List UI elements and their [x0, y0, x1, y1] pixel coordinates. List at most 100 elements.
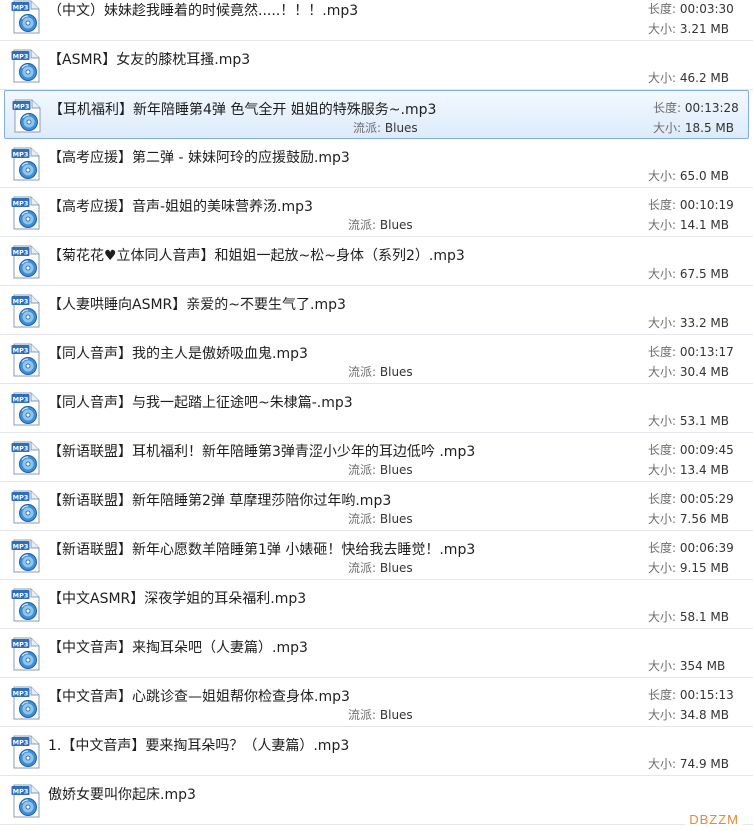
- length-label: 长度:: [653, 101, 682, 115]
- size-label: 大小:: [648, 757, 677, 771]
- size-label: 大小:: [648, 659, 677, 673]
- file-row[interactable]: MP3 【新语联盟】耳机福利！新年陪睡第3弹青涩小少年的耳边低吟 .mp3 流派:…: [0, 433, 753, 482]
- svg-text:MP3: MP3: [13, 52, 29, 60]
- file-row[interactable]: MP3 【同人音声】与我一起踏上征途吧~朱棣篇-.mp3 大小: 53.1 MB: [0, 384, 753, 433]
- length-value: 00:06:39: [679, 541, 734, 555]
- size-label: 大小:: [648, 316, 677, 330]
- file-length: 长度: 00:10:19: [648, 196, 734, 213]
- file-row[interactable]: MP3 【新语联盟】新年陪睡第2弹 草摩理莎陪你过年哟.mp3 流派: Blues…: [0, 482, 753, 531]
- file-list: MP3 （中文）妹妹趁我睡着的时候竟然.....！！！.mp3 长度: 00:03…: [0, 0, 753, 825]
- file-size: 大小: 18.5 MB: [653, 119, 734, 136]
- file-length: 长度: 00:05:29: [648, 490, 734, 507]
- svg-text:MP3: MP3: [13, 3, 29, 11]
- file-genre: 流派: Blues: [348, 510, 413, 527]
- file-row[interactable]: MP3 傲娇女要叫你起床.mp3: [0, 776, 753, 825]
- file-name: 【中文音声】来掏耳朵吧（人妻篇）.mp3: [48, 640, 308, 656]
- file-size: 大小: 74.9 MB: [648, 755, 729, 772]
- file-name: 1.【中文音声】要来掏耳朵吗？（人妻篇）.mp3: [48, 738, 350, 754]
- file-row[interactable]: MP3 【人妻哄睡向ASMR】亲爱的~不要生气了.mp3 大小: 33.2 MB: [0, 286, 753, 335]
- file-row[interactable]: MP3 1.【中文音声】要来掏耳朵吗？（人妻篇）.mp3 大小: 74.9 MB: [0, 727, 753, 776]
- size-value: 9.15 MB: [679, 561, 729, 575]
- file-name: 【同人音声】与我一起踏上征途吧~朱棣篇-.mp3: [48, 395, 353, 411]
- svg-text:MP3: MP3: [13, 346, 29, 354]
- length-label: 长度:: [648, 688, 677, 702]
- file-row[interactable]: MP3 【高考应援】音声-姐姐的美味营养汤.mp3 流派: Blues 长度: 00…: [0, 188, 753, 237]
- size-value: 13.4 MB: [679, 463, 729, 477]
- size-label: 大小:: [648, 708, 677, 722]
- file-name: 【人妻哄睡向ASMR】亲爱的~不要生气了.mp3: [48, 297, 346, 313]
- size-value: 34.8 MB: [679, 708, 729, 722]
- size-label: 大小:: [648, 169, 677, 183]
- file-length: 长度: 00:09:45: [648, 441, 734, 458]
- size-label: 大小:: [653, 121, 682, 135]
- size-value: 65.0 MB: [679, 169, 729, 183]
- length-label: 长度:: [648, 345, 677, 359]
- file-row[interactable]: MP3 【新语联盟】新年心愿数羊陪睡第1弹 小婊砸！快给我去睡觉！.mp3 流派:…: [0, 531, 753, 580]
- size-label: 大小:: [648, 610, 677, 624]
- file-genre: 流派: Blues: [348, 559, 413, 576]
- length-label: 长度:: [648, 198, 677, 212]
- genre-value: Blues: [384, 121, 418, 135]
- size-label: 大小:: [648, 561, 677, 575]
- svg-text:MP3: MP3: [13, 689, 29, 697]
- file-row[interactable]: MP3 【菊花花♥立体同人音声】和姐姐一起放~松~身体（系列2）.mp3 大小: …: [0, 237, 753, 286]
- file-row[interactable]: MP3 【耳机福利】新年陪睡第4弹 色气全开 姐姐的特殊服务~.mp3 流派: B…: [4, 90, 749, 139]
- size-value: 74.9 MB: [679, 757, 729, 771]
- length-value: 00:09:45: [679, 443, 734, 457]
- file-row[interactable]: MP3 【中文ASMR】深夜学姐的耳朵福利.mp3 大小: 58.1 MB: [0, 580, 753, 629]
- file-size: 大小: 53.1 MB: [648, 412, 729, 429]
- genre-value: Blues: [379, 365, 413, 379]
- file-row[interactable]: MP3 【同人音声】我的主人是傲娇吸血鬼.mp3 流派: Blues 长度: 00:…: [0, 335, 753, 384]
- size-label: 大小:: [648, 71, 677, 85]
- length-label: 长度:: [648, 443, 677, 457]
- length-value: 00:13:28: [684, 101, 739, 115]
- file-genre: 流派: Blues: [348, 216, 413, 233]
- size-label: 大小:: [648, 414, 677, 428]
- genre-value: Blues: [379, 512, 413, 526]
- size-value: 354 MB: [679, 659, 726, 673]
- genre-value: Blues: [379, 218, 413, 232]
- svg-text:MP3: MP3: [13, 542, 29, 550]
- svg-text:MP3: MP3: [13, 150, 29, 158]
- svg-text:MP3: MP3: [13, 199, 29, 207]
- svg-text:MP3: MP3: [13, 640, 29, 648]
- size-value: 14.1 MB: [679, 218, 729, 232]
- genre-value: Blues: [379, 708, 413, 722]
- file-size: 大小: 13.4 MB: [648, 461, 729, 478]
- file-length: 长度: 00:03:30: [648, 0, 734, 17]
- file-name: 【ASMR】女友的膝枕耳搔.mp3: [48, 52, 251, 68]
- file-genre: 流派: Blues: [348, 706, 413, 723]
- size-label: 大小:: [648, 22, 677, 36]
- file-row[interactable]: MP3 【ASMR】女友的膝枕耳搔.mp3 大小: 46.2 MB: [0, 41, 753, 90]
- file-row[interactable]: MP3 【中文音声】心跳诊查—姐姐帮你检查身体.mp3 流派: Blues 长度: …: [0, 678, 753, 727]
- mp3-file-icon: MP3: [11, 245, 41, 279]
- mp3-file-icon: MP3: [11, 196, 41, 230]
- file-name: 【新语联盟】新年陪睡第2弹 草摩理莎陪你过年哟.mp3: [48, 493, 392, 509]
- mp3-file-icon: MP3: [11, 490, 41, 524]
- size-label: 大小:: [648, 512, 677, 526]
- file-name: 傲娇女要叫你起床.mp3: [48, 787, 196, 803]
- mp3-file-icon: MP3: [11, 392, 41, 426]
- mp3-file-icon: MP3: [11, 294, 41, 328]
- file-length: 长度: 00:06:39: [648, 539, 734, 556]
- file-name: 【菊花花♥立体同人音声】和姐姐一起放~松~身体（系列2）.mp3: [48, 248, 465, 264]
- mp3-file-icon: MP3: [12, 99, 42, 133]
- mp3-file-icon: MP3: [11, 686, 41, 720]
- size-label: 大小:: [648, 365, 677, 379]
- svg-text:MP3: MP3: [13, 493, 29, 501]
- length-value: 00:13:17: [679, 345, 734, 359]
- size-value: 7.56 MB: [679, 512, 729, 526]
- length-value: 00:03:30: [679, 2, 734, 16]
- file-row[interactable]: MP3 【高考应援】第二弹 - 妹妹阿玲的应援鼓励.mp3 大小: 65.0 MB: [0, 139, 753, 188]
- mp3-file-icon: MP3: [11, 588, 41, 622]
- file-row[interactable]: MP3 【中文音声】来掏耳朵吧（人妻篇）.mp3 大小: 354 MB: [0, 629, 753, 678]
- mp3-file-icon: MP3: [11, 735, 41, 769]
- size-value: 58.1 MB: [679, 610, 729, 624]
- size-value: 18.5 MB: [684, 121, 734, 135]
- file-size: 大小: 34.8 MB: [648, 706, 729, 723]
- file-row[interactable]: MP3 （中文）妹妹趁我睡着的时候竟然.....！！！.mp3 长度: 00:03…: [0, 0, 753, 41]
- size-value: 53.1 MB: [679, 414, 729, 428]
- file-size: 大小: 33.2 MB: [648, 314, 729, 331]
- length-label: 长度:: [648, 492, 677, 506]
- mp3-file-icon: MP3: [11, 147, 41, 181]
